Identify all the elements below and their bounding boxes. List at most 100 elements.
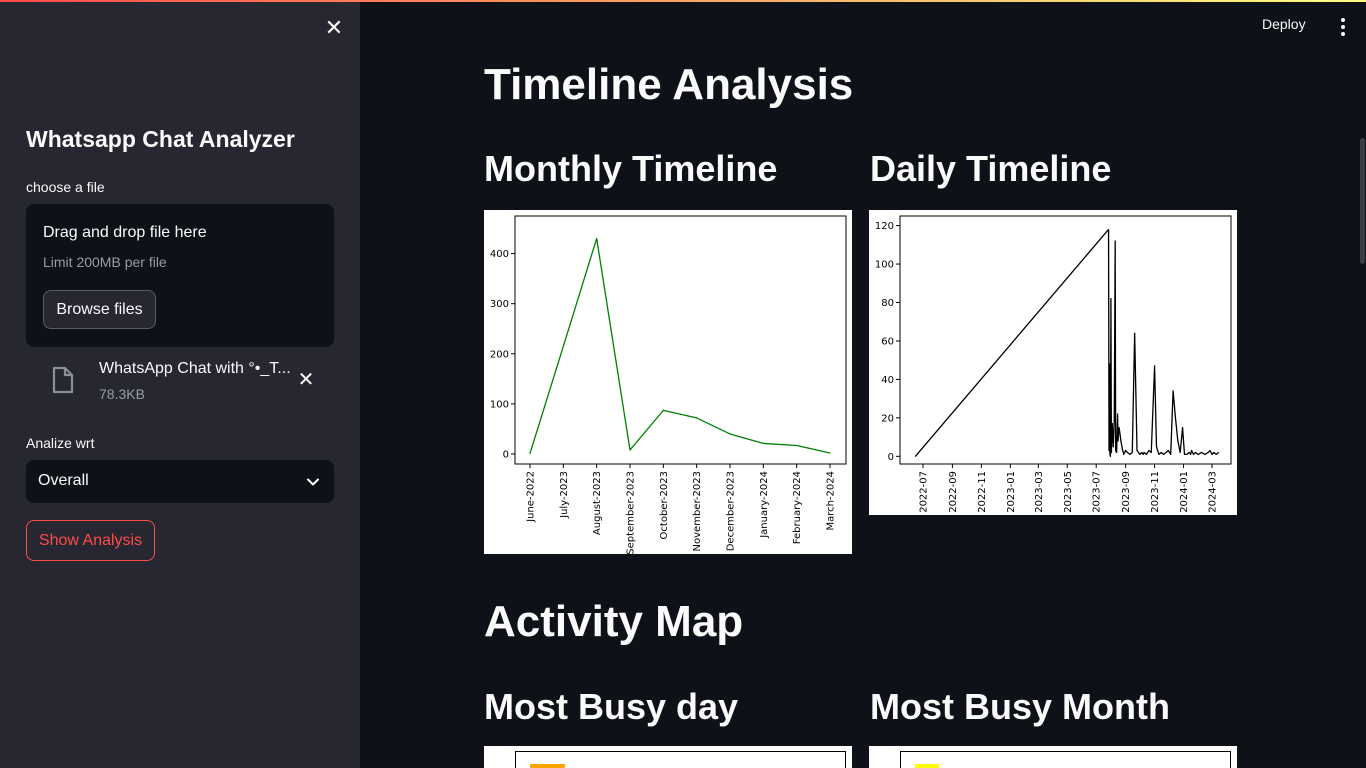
monthly-y-tick-label: 200 bbox=[490, 349, 509, 360]
daily-data-point bbox=[1123, 453, 1125, 455]
monthly-y-tick-label: 100 bbox=[490, 399, 509, 410]
daily-data-point bbox=[1179, 451, 1181, 453]
most-busy-month-title: Most Busy Month bbox=[870, 686, 1170, 727]
daily-y-tick-label: 20 bbox=[881, 413, 894, 424]
close-sidebar-button[interactable]: ✕ bbox=[322, 16, 346, 40]
daily-data-point bbox=[1213, 451, 1215, 453]
daily-y-tick-label: 0 bbox=[888, 452, 894, 463]
daily-data-point bbox=[1142, 453, 1144, 455]
most-busy-day-chart bbox=[484, 746, 852, 768]
daily-y-tick-label: 100 bbox=[875, 260, 894, 271]
monthly-timeline-chart: 0 100 200 300 400 June-2022 July-2023 August-20… bbox=[484, 210, 852, 554]
show-analysis-button[interactable]: Show Analysis bbox=[26, 520, 155, 561]
daily-x-tick-label: 2024-01 bbox=[1179, 471, 1190, 513]
browse-files-button[interactable]: Browse files bbox=[43, 290, 156, 329]
daily-data-point bbox=[1186, 453, 1188, 455]
daily-x-tick-label: 2023-03 bbox=[1034, 471, 1045, 513]
daily-data-point bbox=[1108, 450, 1110, 452]
sidebar: ✕ Whatsapp Chat Analyzer choose a file D… bbox=[0, 0, 360, 768]
daily-data-point bbox=[1209, 450, 1211, 452]
monthly-x-tick-label: November-2023 bbox=[692, 471, 703, 551]
daily-series-line bbox=[914, 228, 1220, 457]
daily-data-point bbox=[1188, 451, 1190, 453]
monthly-data-point bbox=[529, 452, 531, 455]
daily-data-point bbox=[1174, 417, 1176, 419]
file-dropzone[interactable]: Drag and drop file here Limit 200MB per … bbox=[26, 204, 334, 347]
busy-month-axes-frame bbox=[900, 751, 1231, 768]
daily-data-point bbox=[1120, 440, 1122, 442]
daily-data-point bbox=[1131, 451, 1133, 453]
daily-data-point bbox=[1127, 451, 1129, 453]
daily-x-tick-label: 2023-11 bbox=[1150, 471, 1161, 513]
main-scrollbar[interactable] bbox=[1360, 138, 1365, 264]
daily-y-tick-label: 80 bbox=[881, 298, 894, 309]
busy-month-bar bbox=[915, 764, 939, 768]
daily-data-point bbox=[1125, 450, 1127, 452]
daily-data-point bbox=[1192, 453, 1194, 455]
sidebar-title: Whatsapp Chat Analyzer bbox=[26, 126, 295, 152]
top-decoration-line bbox=[0, 0, 1366, 2]
daily-data-point bbox=[1154, 365, 1156, 367]
daily-data-point bbox=[1146, 453, 1148, 455]
daily-timeline-svg: 0 20 40 60 80 100 120 2022-07 2022-09 2022-11 2023… bbox=[875, 215, 1232, 513]
uploaded-file: WhatsApp Chat with °•_T... 78.3KB ✕ bbox=[26, 352, 334, 408]
monthly-data-point bbox=[596, 237, 598, 240]
daily-x-tick-label: 2023-07 bbox=[1092, 471, 1103, 513]
daily-data-point bbox=[1110, 298, 1112, 300]
daily-data-point bbox=[1115, 450, 1117, 452]
analyze-select-label: Analize wrt bbox=[26, 435, 95, 451]
monthly-data-point bbox=[729, 433, 731, 435]
deploy-button[interactable]: Deploy bbox=[1262, 16, 1306, 32]
daily-data-point bbox=[1119, 432, 1121, 434]
daily-x-tick-label: 2022-07 bbox=[919, 471, 930, 513]
timeline-analysis-title: Timeline Analysis bbox=[484, 60, 854, 109]
daily-data-point bbox=[1150, 451, 1152, 453]
daily-data-point bbox=[1108, 228, 1110, 230]
daily-data-point bbox=[1112, 446, 1114, 448]
remove-file-button[interactable]: ✕ bbox=[296, 368, 316, 392]
daily-x-tick-label: 2023-09 bbox=[1121, 471, 1132, 513]
daily-data-point bbox=[1109, 453, 1111, 455]
daily-x-tick-label: 2023-05 bbox=[1063, 471, 1074, 513]
vertical-dots-icon[interactable] bbox=[1334, 16, 1352, 38]
daily-data-point bbox=[1201, 451, 1203, 453]
analyze-select[interactable]: Overall bbox=[26, 460, 334, 503]
daily-timeline-chart: 0 20 40 60 80 100 120 2022-07 2022-09 2022-11 2023… bbox=[869, 210, 1237, 515]
daily-data-point bbox=[1110, 451, 1112, 453]
daily-data-point bbox=[1108, 363, 1110, 365]
monthly-x-tick-label: July-2023 bbox=[559, 471, 570, 519]
daily-data-point bbox=[1113, 421, 1115, 423]
monthly-data-point bbox=[629, 449, 631, 451]
daily-data-point bbox=[1118, 426, 1120, 428]
monthly-y-tick-label: 300 bbox=[490, 299, 509, 310]
daily-data-point bbox=[1182, 426, 1184, 428]
daily-axes-frame bbox=[899, 215, 1232, 465]
most-busy-day-title: Most Busy day bbox=[484, 686, 739, 727]
daily-y-tick-label: 60 bbox=[881, 336, 894, 347]
daily-data-point bbox=[1197, 453, 1199, 455]
daily-y-tick-label: 120 bbox=[875, 221, 894, 232]
chevron-down-icon bbox=[307, 478, 319, 486]
dropzone-limit: Limit 200MB per file bbox=[43, 254, 167, 270]
monthly-timeline-svg: 0 100 200 300 400 June-2022 July-2023 August-20… bbox=[490, 215, 847, 554]
daily-data-point bbox=[1160, 451, 1162, 453]
daily-data-point bbox=[1177, 440, 1179, 442]
monthly-data-point bbox=[762, 442, 764, 445]
monthly-x-tick-label: September-2023 bbox=[626, 471, 637, 554]
daily-data-point bbox=[1139, 453, 1141, 455]
daily-data-point bbox=[1117, 413, 1119, 415]
monthly-y-tick-label: 400 bbox=[490, 249, 509, 260]
uploaded-file-name: WhatsApp Chat with °•_T... bbox=[99, 360, 291, 377]
most-busy-month-chart bbox=[869, 746, 1237, 768]
monthly-timeline-title: Monthly Timeline bbox=[484, 148, 778, 189]
monthly-x-tick-label: October-2023 bbox=[659, 471, 670, 539]
uploaded-file-size: 78.3KB bbox=[99, 386, 145, 402]
daily-data-point bbox=[1148, 450, 1150, 452]
daily-data-point bbox=[1158, 453, 1160, 455]
daily-x-tick-label: 2022-09 bbox=[948, 471, 959, 513]
activity-map-title: Activity Map bbox=[484, 597, 744, 646]
daily-data-point bbox=[1167, 450, 1169, 452]
daily-data-point bbox=[1163, 453, 1165, 455]
daily-x-tick-label: 2024-03 bbox=[1208, 471, 1219, 513]
daily-x-tick-label: 2022-11 bbox=[977, 471, 988, 513]
